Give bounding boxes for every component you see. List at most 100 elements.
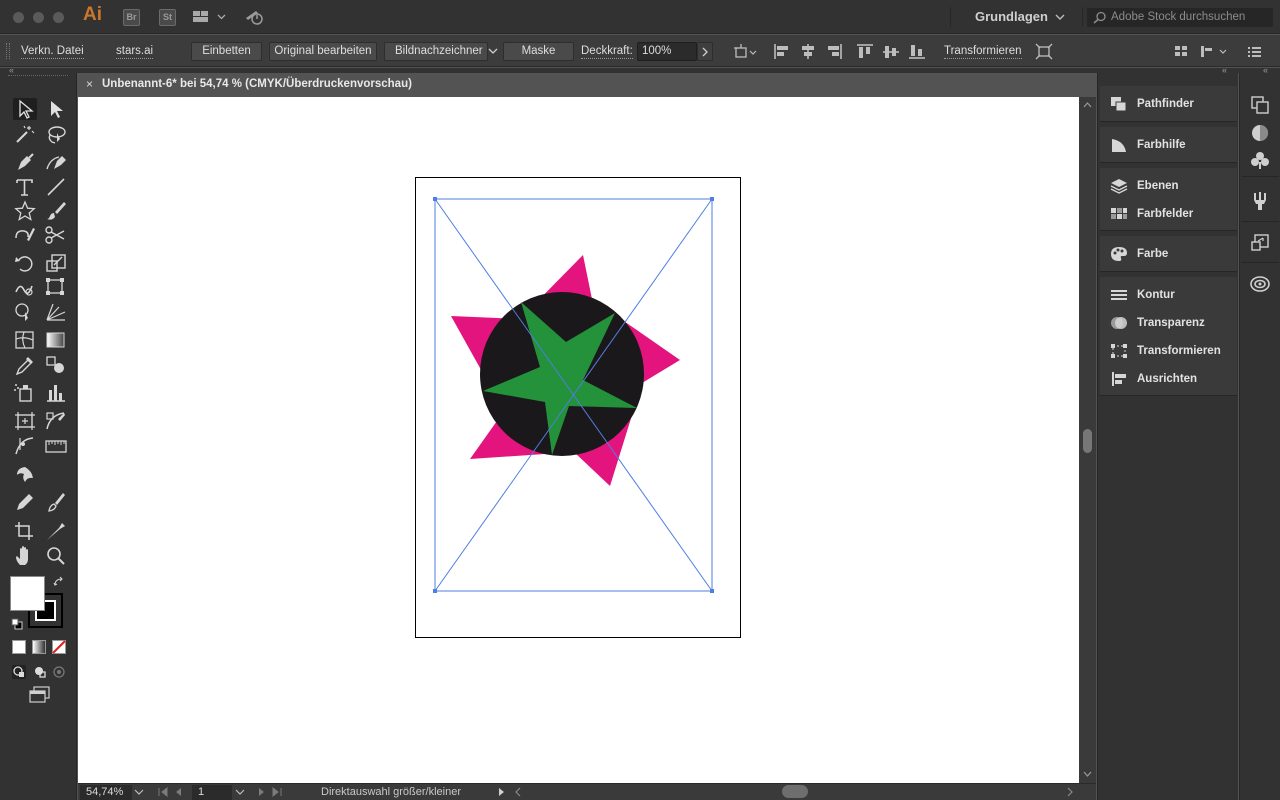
perspective-grid-tool-icon[interactable] <box>44 301 68 323</box>
panel-color-guide[interactable]: Farbhilfe <box>1100 131 1237 159</box>
opacity-field[interactable]: 100% <box>637 42 697 61</box>
panel-align[interactable]: Ausrichten <box>1100 365 1237 393</box>
close-window-button[interactable] <box>13 12 24 23</box>
shaper-tool-icon[interactable] <box>13 224 37 246</box>
zoom-window-button[interactable] <box>53 12 64 23</box>
align-horizontal-center-icon[interactable] <box>799 43 817 60</box>
width-tool-icon[interactable] <box>13 435 37 457</box>
shape-builder-tool-icon[interactable] <box>13 301 37 323</box>
scroll-left-icon[interactable] <box>514 787 522 797</box>
status-menu-icon[interactable] <box>498 787 506 797</box>
align-vertical-center-icon[interactable] <box>882 43 900 60</box>
artboard-tool-icon[interactable] <box>13 410 37 432</box>
screen-mode-icon[interactable] <box>28 686 52 704</box>
close-tab-icon[interactable]: × <box>86 77 93 91</box>
curvature-tool-icon[interactable] <box>44 151 68 173</box>
column-graph-tool-icon[interactable] <box>44 381 68 403</box>
selection-handle[interactable] <box>710 589 714 593</box>
draw-behind-icon[interactable] <box>32 664 48 680</box>
image-trace-button[interactable]: Bildnachzeichner <box>384 42 488 61</box>
next-artboard-icon[interactable] <box>258 787 266 797</box>
fill-color-swatch[interactable] <box>10 576 45 611</box>
last-artboard-icon[interactable] <box>272 787 282 797</box>
grip-handle[interactable] <box>6 43 10 59</box>
puppet-warp-tool-icon[interactable] <box>13 463 37 485</box>
previous-artboard-icon[interactable] <box>174 787 182 797</box>
shape-options-icon[interactable] <box>733 43 759 60</box>
symbol-sprayer-tool-icon[interactable] <box>13 381 37 403</box>
arrange-documents-icon[interactable] <box>192 9 228 25</box>
draw-inside-icon[interactable] <box>52 664 68 680</box>
selection-handle[interactable] <box>433 197 437 201</box>
asset-export-panel-icon[interactable] <box>1249 232 1271 254</box>
align-right-icon[interactable] <box>825 43 843 60</box>
panel-transparency[interactable]: Transparenz <box>1100 309 1237 337</box>
pen-tool-icon[interactable] <box>13 151 37 173</box>
canvas[interactable] <box>78 97 1079 783</box>
opacity-stepper[interactable] <box>697 42 713 61</box>
appearance-panel-icon[interactable] <box>1249 122 1271 144</box>
hand-tool-icon[interactable] <box>13 545 37 567</box>
zoom-dropdown-icon[interactable] <box>134 787 144 797</box>
magic-wand-tool-icon[interactable] <box>13 123 37 145</box>
scissors-tool-icon[interactable] <box>44 224 68 246</box>
free-transform-tool-icon[interactable] <box>44 276 68 298</box>
none-mode-icon[interactable] <box>52 640 66 654</box>
isolate-selection-icon[interactable] <box>1035 43 1053 60</box>
workspace-switcher[interactable]: Grundlagen <box>960 5 1075 29</box>
zoom-tool-icon[interactable] <box>44 545 68 567</box>
align-left-icon[interactable] <box>773 43 791 60</box>
document-tab[interactable]: × Unbenannt-6* bei 54,74 % (CMYK/Überdru… <box>78 73 412 97</box>
panel-layers[interactable]: Ebenen <box>1100 172 1237 200</box>
gradient-mode-icon[interactable] <box>32 640 46 654</box>
libraries-panel-icon[interactable] <box>1249 273 1271 295</box>
transform-link[interactable]: Transformieren <box>944 44 1022 59</box>
align-top-icon[interactable] <box>856 43 874 60</box>
artboards-panel-icon[interactable] <box>1249 94 1271 116</box>
minimize-window-button[interactable] <box>33 12 44 23</box>
selection-tool-icon[interactable] <box>13 98 37 120</box>
linked-file-link[interactable]: Verkn. Datei <box>21 44 84 59</box>
brushes-panel-icon[interactable] <box>1249 190 1271 212</box>
gpu-performance-icon[interactable] <box>243 8 265 26</box>
panel-color[interactable]: Farbe <box>1100 240 1237 268</box>
rotate-tool-icon[interactable] <box>13 252 37 274</box>
artboard-dropdown-icon[interactable] <box>235 787 245 797</box>
lasso-tool-icon[interactable] <box>44 123 68 145</box>
selection-handle[interactable] <box>433 589 437 593</box>
gradient-tool-icon[interactable] <box>44 329 68 351</box>
edit-original-button[interactable]: Original bearbeiten <box>269 42 377 61</box>
tools-grip[interactable] <box>8 75 68 79</box>
panel-stroke[interactable]: Kontur <box>1100 281 1237 309</box>
panel-swatches[interactable]: Farbfelder <box>1100 200 1237 228</box>
first-artboard-icon[interactable] <box>158 787 168 797</box>
selection-handle[interactable] <box>710 197 714 201</box>
pencil-tool-icon[interactable] <box>13 491 37 513</box>
knife-tool-icon[interactable] <box>44 520 68 542</box>
opacity-label[interactable]: Deckkraft: <box>581 44 633 59</box>
panel-menu-icon[interactable] <box>1245 43 1263 60</box>
scroll-down-icon[interactable] <box>1083 771 1092 777</box>
stock-search-input[interactable]: Adobe Stock durchsuchen <box>1087 8 1273 27</box>
arrange-panel-icon[interactable] <box>1172 43 1190 60</box>
slice-tool-icon[interactable] <box>44 410 68 432</box>
scroll-right-icon[interactable] <box>1066 787 1074 797</box>
eyedropper-tool-icon[interactable] <box>13 354 37 376</box>
swap-fill-stroke-icon[interactable] <box>53 576 65 588</box>
scroll-up-icon[interactable] <box>1083 102 1092 108</box>
direct-selection-tool-icon[interactable] <box>44 98 68 120</box>
crop-tool-icon[interactable] <box>13 520 37 542</box>
blob-brush-tool-icon[interactable] <box>44 491 68 513</box>
color-mode-icon[interactable] <box>12 640 26 654</box>
blend-tool-icon[interactable] <box>44 354 68 376</box>
stock-button[interactable]: St <box>159 9 176 26</box>
warp-tool-icon[interactable] <box>13 276 37 298</box>
panel-transform[interactable]: Transformieren <box>1100 337 1237 365</box>
artboard-number-field[interactable]: 1 <box>192 785 232 800</box>
line-segment-tool-icon[interactable] <box>44 176 68 198</box>
panel-pathfinder[interactable]: Pathfinder <box>1100 90 1237 118</box>
symbols-panel-icon[interactable] <box>1249 149 1271 171</box>
horizontal-scroll-thumb[interactable] <box>782 785 808 798</box>
paintbrush-tool-icon[interactable] <box>44 200 68 222</box>
mask-button[interactable]: Maske <box>503 42 574 61</box>
